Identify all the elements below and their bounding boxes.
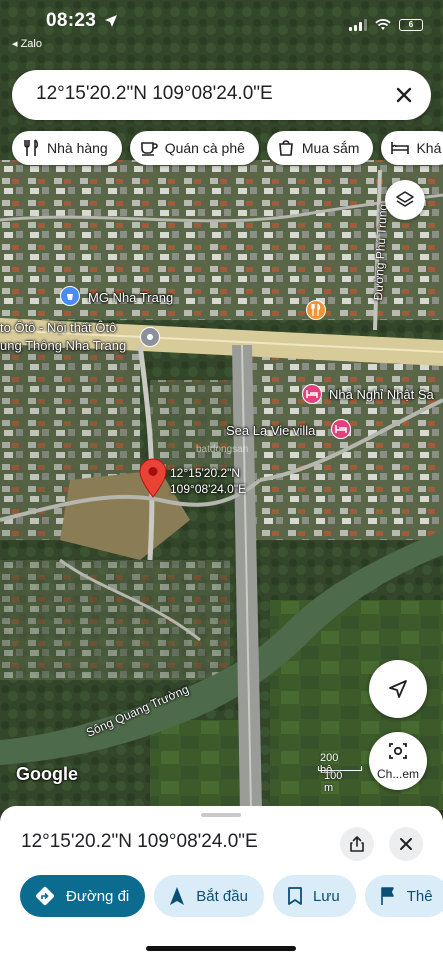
poi-label-sea-la-vie[interactable]: Sea La Vie villa <box>226 423 315 438</box>
search-query[interactable]: 12°15'20.2"N 109°08'24.0"E <box>36 83 273 105</box>
villa-poi-icon[interactable] <box>331 419 351 439</box>
shopping-poi-icon[interactable] <box>60 286 80 306</box>
add-label-button[interactable]: Thê <box>364 875 443 917</box>
directions-icon <box>35 886 55 906</box>
search-bar[interactable]: 12°15'20.2"N 109°08'24.0"E <box>12 70 431 120</box>
bookmark-icon <box>288 887 302 905</box>
hotel-poi-icon[interactable] <box>302 384 322 404</box>
share-button[interactable] <box>340 827 374 861</box>
place-bottom-sheet[interactable]: 12°15'20.2"N 109°08'24.0"E Đường đi Bắt … <box>0 806 443 960</box>
add-label-label: Thê <box>406 887 433 905</box>
cellular-signal-icon <box>349 19 367 31</box>
chip-coffee[interactable]: Quán cà phê <box>129 131 259 165</box>
save-button[interactable]: Lưu <box>272 875 356 917</box>
close-sheet-button[interactable] <box>389 827 423 861</box>
save-label: Lưu <box>312 887 340 905</box>
restaurant-icon <box>24 139 39 156</box>
place-actions: Đường đi Bắt đầu Lưu Thê <box>20 875 443 917</box>
category-chips: Nhà hàng Quán cà phê Mua sắm Khá <box>12 131 443 165</box>
navigation-arrow-icon <box>170 887 185 905</box>
lens-label: Ch...em <box>376 767 419 781</box>
watermark-text: batdongsan <box>196 444 249 455</box>
chip-restaurants[interactable]: Nhà hàng <box>12 131 122 165</box>
chip-label: Nhà hàng <box>47 140 108 156</box>
directions-label: Đường đi <box>66 887 130 905</box>
start-button[interactable]: Bắt đầu <box>154 875 264 917</box>
hotel-bed-icon <box>391 142 410 154</box>
poi-label-mg[interactable]: MG Nha Trang <box>88 290 173 305</box>
pin-longitude: 109°08'24.0"E <box>170 482 247 496</box>
dropped-pin-icon[interactable] <box>139 458 167 498</box>
share-icon <box>350 836 364 852</box>
lens-button[interactable]: Ch...em <box>369 732 427 790</box>
coffee-icon <box>140 142 158 156</box>
poi-label-nha-nghi[interactable]: Nhà Nghỉ Nhật Sa <box>329 387 434 402</box>
layers-icon <box>396 191 414 207</box>
back-to-app-link[interactable]: ◂ Zalo <box>12 37 42 50</box>
navigation-arrow-icon <box>389 680 407 698</box>
battery-icon: 6 <box>399 19 423 31</box>
chip-label: Khá <box>416 140 442 156</box>
chip-label: Mua sắm <box>301 140 360 156</box>
shopping-bag-icon <box>279 140 293 156</box>
close-icon[interactable] <box>391 82 417 108</box>
directions-button[interactable]: Đường đi <box>20 875 146 917</box>
close-icon <box>400 838 412 850</box>
wifi-icon <box>375 19 391 30</box>
sheet-drag-handle[interactable] <box>201 813 241 817</box>
scale-metric: 100 m <box>324 770 343 794</box>
flag-icon <box>380 887 394 905</box>
place-pin-icon[interactable] <box>140 327 160 347</box>
chip-shopping[interactable]: Mua sắm <box>266 131 374 165</box>
location-services-icon <box>105 15 117 27</box>
chip-hotels[interactable]: Khá <box>381 131 443 165</box>
pin-latitude: 12°15'20.2"N <box>170 466 241 480</box>
my-location-button[interactable] <box>369 660 427 718</box>
poi-label-oto-line2[interactable]: ung Thông Nha Trang <box>0 338 126 353</box>
dropped-pin-label: 12°15'20.2"N 109°08'24.0"E <box>170 465 246 497</box>
place-coordinates: 12°15'20.2"N 109°08'24.0"E <box>21 831 258 852</box>
google-logo: Google <box>16 764 78 784</box>
chip-label: Quán cà phê <box>164 140 245 156</box>
restaurant-poi-icon[interactable] <box>306 300 326 320</box>
start-label: Bắt đầu <box>196 887 248 905</box>
layers-button[interactable] <box>385 180 425 220</box>
poi-label-oto-line1[interactable]: to Ôtô - Nội thất Ôtô <box>0 320 116 335</box>
home-indicator[interactable] <box>146 946 296 951</box>
status-bar: 08:23 ◂ Zalo 6 <box>0 0 443 56</box>
status-time: 08:23 <box>46 10 97 31</box>
camera-lens-icon <box>389 743 407 759</box>
status-right-icons: 6 <box>349 19 423 31</box>
